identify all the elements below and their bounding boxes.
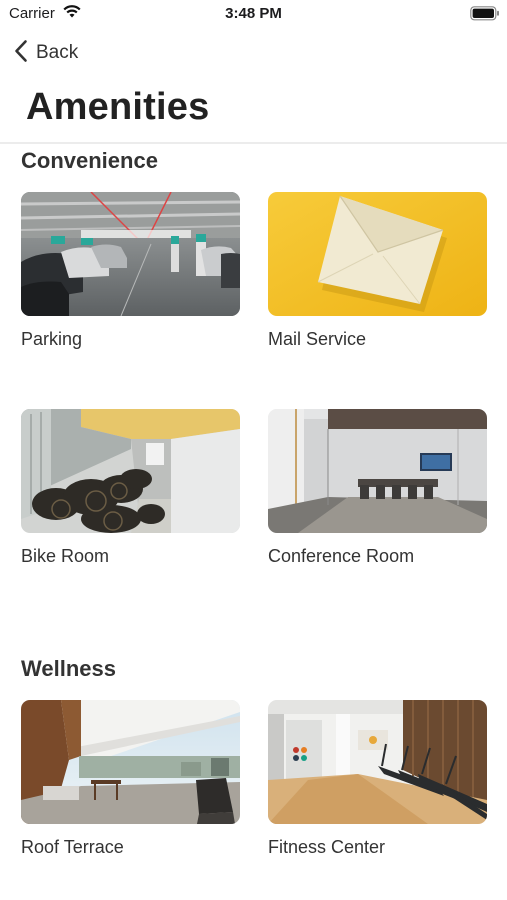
- amenity-card-bike-room[interactable]: Bike Room: [21, 409, 240, 566]
- amenity-label: Conference Room: [268, 546, 415, 566]
- amenity-label: Mail Service: [268, 329, 367, 349]
- amenity-label: Fitness Center: [268, 837, 386, 857]
- battery-icon: [470, 6, 500, 26]
- roof-terrace-photo: [21, 700, 240, 824]
- amenity-card-mail-service[interactable]: Mail Service: [268, 192, 487, 349]
- chevron-left-icon: [14, 39, 28, 68]
- section-title-convenience: Convenience: [21, 148, 158, 173]
- back-button[interactable]: Back: [14, 39, 79, 68]
- conference-room-photo: [268, 409, 487, 533]
- amenity-card-fitness-center[interactable]: Fitness Center: [268, 700, 487, 857]
- amenity-label: Parking: [21, 329, 83, 349]
- status-bar: Carrier 3:48 PM: [0, 0, 507, 30]
- envelope-photo: [268, 192, 487, 316]
- back-label: Back: [36, 42, 79, 63]
- parking-garage-photo: [21, 192, 240, 316]
- amenity-label: Roof Terrace: [21, 837, 124, 857]
- section-title-wellness: Wellness: [21, 656, 116, 681]
- status-time: 3:48 PM: [225, 5, 282, 22]
- amenity-card-conference-room[interactable]: Conference Room: [268, 409, 487, 566]
- amenity-card-parking[interactable]: Parking: [21, 192, 240, 349]
- fitness-center-photo: [268, 700, 487, 824]
- page-title: Amenities: [26, 86, 210, 128]
- amenity-label: Bike Room: [21, 546, 110, 566]
- header-divider: [0, 142, 507, 144]
- bike-room-photo: [21, 409, 240, 533]
- amenity-card-roof-terrace[interactable]: Roof Terrace: [21, 700, 240, 857]
